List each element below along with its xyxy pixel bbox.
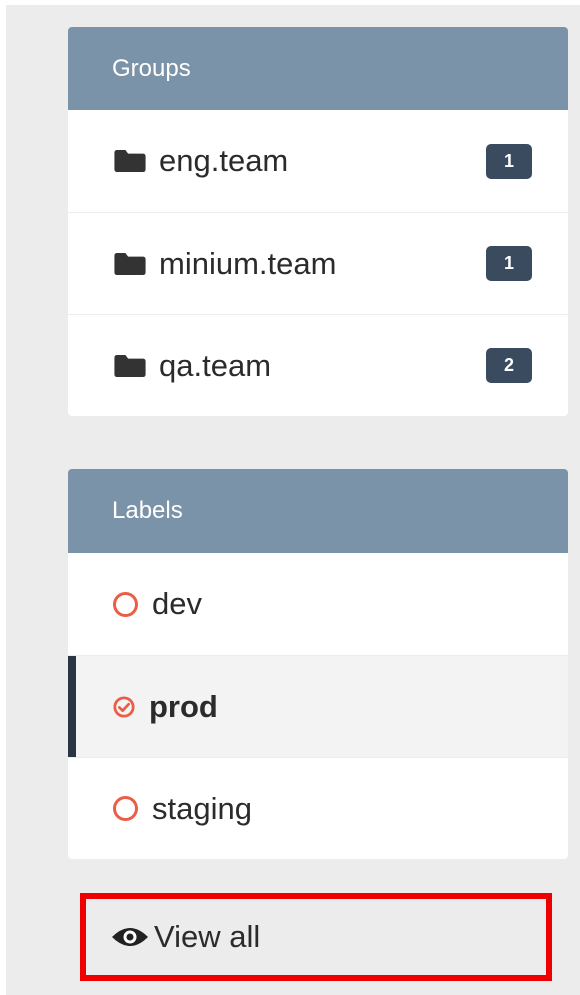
circle-icon — [113, 591, 138, 617]
view-all-label: View all — [154, 919, 261, 954]
label-name: prod — [149, 688, 218, 724]
label-item-prod[interactable]: prod — [68, 655, 568, 757]
frame-left-edge — [0, 0, 6, 995]
label-item-dev[interactable]: dev — [68, 553, 568, 655]
folder-icon — [114, 354, 146, 377]
group-count-badge: 1 — [486, 143, 532, 179]
group-count-badge: 1 — [486, 246, 532, 281]
label-item-staging[interactable]: staging — [68, 757, 568, 859]
groups-panel-header: Groups — [68, 27, 568, 110]
circle-icon — [113, 796, 138, 821]
labels-panel: Labels dev prod staging — [68, 469, 568, 859]
group-name: minium.team — [159, 245, 337, 281]
groups-panel: Groups eng.team 1 minium.team 1 qa.team … — [68, 27, 568, 416]
folder-icon — [114, 150, 146, 172]
check-circle-icon — [113, 695, 135, 718]
labels-title: Labels — [112, 497, 183, 524]
group-item-eng-team[interactable]: eng.team 1 — [68, 110, 568, 212]
frame-top-edge — [0, 0, 580, 5]
view-all-link[interactable]: View all — [80, 893, 552, 981]
label-name: dev — [152, 586, 202, 621]
group-name: eng.team — [159, 143, 289, 178]
eye-icon — [112, 928, 148, 946]
groups-title: Groups — [112, 54, 191, 82]
group-count-badge: 2 — [486, 348, 532, 383]
labels-panel-header: Labels — [68, 469, 568, 553]
group-item-minium-team[interactable]: minium.team 1 — [68, 212, 568, 314]
label-name: staging — [152, 790, 252, 826]
group-item-qa-team[interactable]: qa.team 2 — [68, 314, 568, 416]
folder-icon — [114, 252, 146, 275]
group-name: qa.team — [159, 347, 272, 383]
